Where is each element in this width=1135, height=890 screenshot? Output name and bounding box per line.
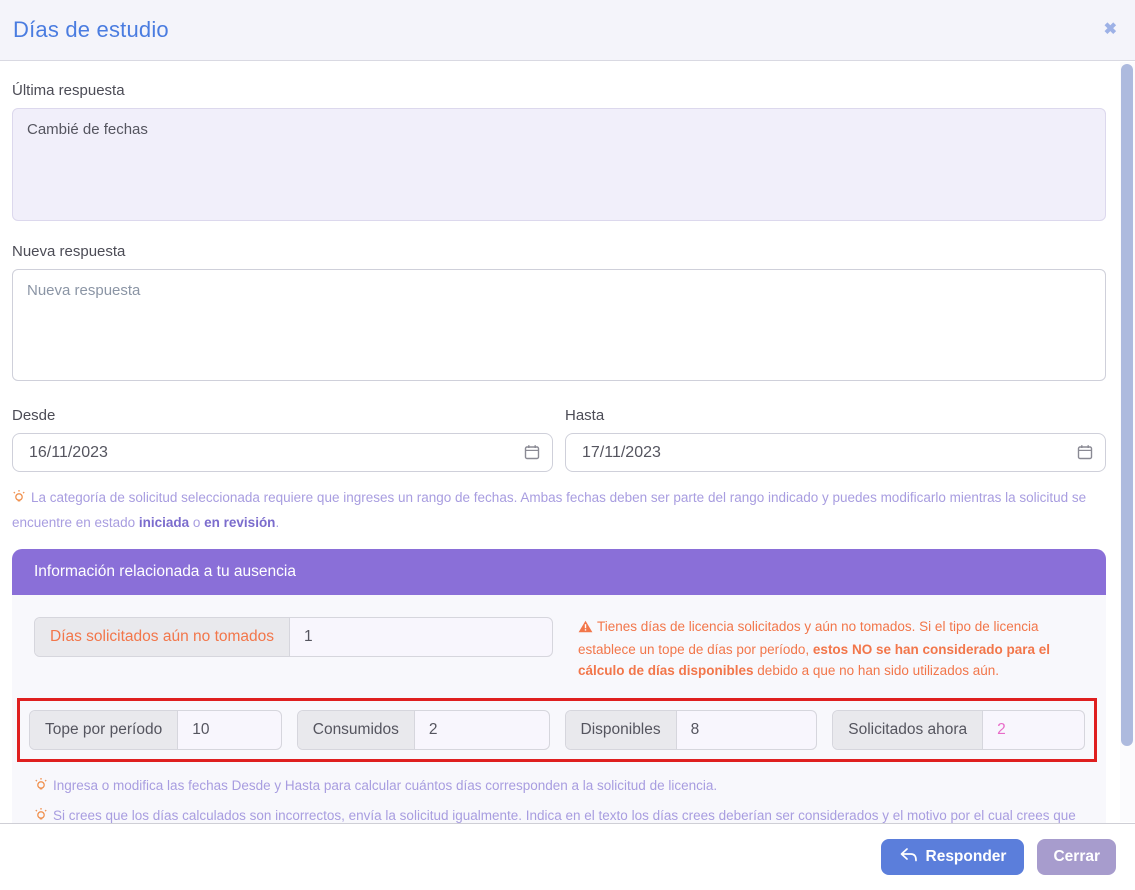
close-button-label: Cerrar [1053,848,1100,866]
modal-footer: Responder Cerrar [0,823,1135,890]
warning-triangle-icon [578,619,593,640]
close-button[interactable]: Cerrar [1037,839,1116,875]
tip-calculate-days-text: Ingresa o modifica las fechas Desde y Ha… [53,778,717,793]
study-days-modal: Días de estudio ✖ Última respuesta Cambi… [0,0,1135,873]
last-response-textarea[interactable]: Cambié de fechas [12,108,1106,221]
modal-title: Días de estudio [13,17,169,43]
modal-header: Días de estudio ✖ [0,0,1135,61]
quota-available-group: Disponibles 8 [565,710,818,750]
date-to-input[interactable] [565,433,1106,472]
quota-requested-now-group: Solicitados ahora 2 [832,710,1085,750]
date-to-label: Hasta [565,407,1106,424]
date-from-label: Desde [12,407,553,424]
reply-button-label: Responder [926,848,1007,866]
scrollbar-track[interactable] [1120,62,1135,822]
pending-days-label: Días solicitados aún no tomados [35,618,290,656]
tip-calculate-days: Ingresa o modifica las fechas Desde y Ha… [34,775,1084,800]
quota-consumed-value: 2 [415,711,549,749]
date-range-tip: La categoría de solicitud seleccionada r… [12,487,1106,533]
quota-consumed-group: Consumidos 2 [297,710,550,750]
pending-days-warning: Tienes días de licencia solicitados y aú… [578,617,1084,682]
reply-arrow-icon [899,847,918,867]
new-response-label: Nueva respuesta [12,243,1106,260]
lightbulb-icon [34,777,48,800]
range-tip-text-2: o [189,515,204,530]
quota-highlight-box: Tope por período 10 Consumidos 2 Disponi… [17,698,1097,762]
last-response-label: Última respuesta [12,82,1106,99]
warning-text-2: debido a que no han sido utilizados aún. [754,663,999,678]
close-icon[interactable]: ✖ [1104,22,1117,38]
pending-days-group: Días solicitados aún no tomados 1 [34,617,553,657]
quota-requested-now-value: 2 [983,711,1084,749]
dates-row: Desde Hasta [12,390,1106,472]
scrollbar-thumb[interactable] [1121,64,1133,746]
date-from-input[interactable] [12,433,553,472]
absence-info-title: Información relacionada a tu ausencia [12,549,1106,595]
pending-days-value: 1 [290,618,552,656]
range-tip-bold-1: iniciada [139,515,189,530]
quota-period-cap-group: Tope por período 10 [29,710,282,750]
quota-period-cap-value: 10 [178,711,281,749]
date-to-column: Hasta [565,390,1106,472]
date-from-column: Desde [12,390,553,472]
quota-consumed-label: Consumidos [298,711,415,749]
quota-available-label: Disponibles [566,711,677,749]
quota-requested-now-label: Solicitados ahora [833,711,983,749]
modal-body: Última respuesta Cambié de fechas Nueva … [0,61,1135,873]
lightbulb-icon [12,489,26,512]
quota-period-cap-label: Tope por período [30,711,178,749]
range-tip-text-3: . [275,515,279,530]
range-tip-bold-2: en revisión [204,515,275,530]
reply-button[interactable]: Responder [881,839,1025,875]
quota-available-value: 8 [677,711,817,749]
new-response-textarea[interactable] [12,269,1106,381]
